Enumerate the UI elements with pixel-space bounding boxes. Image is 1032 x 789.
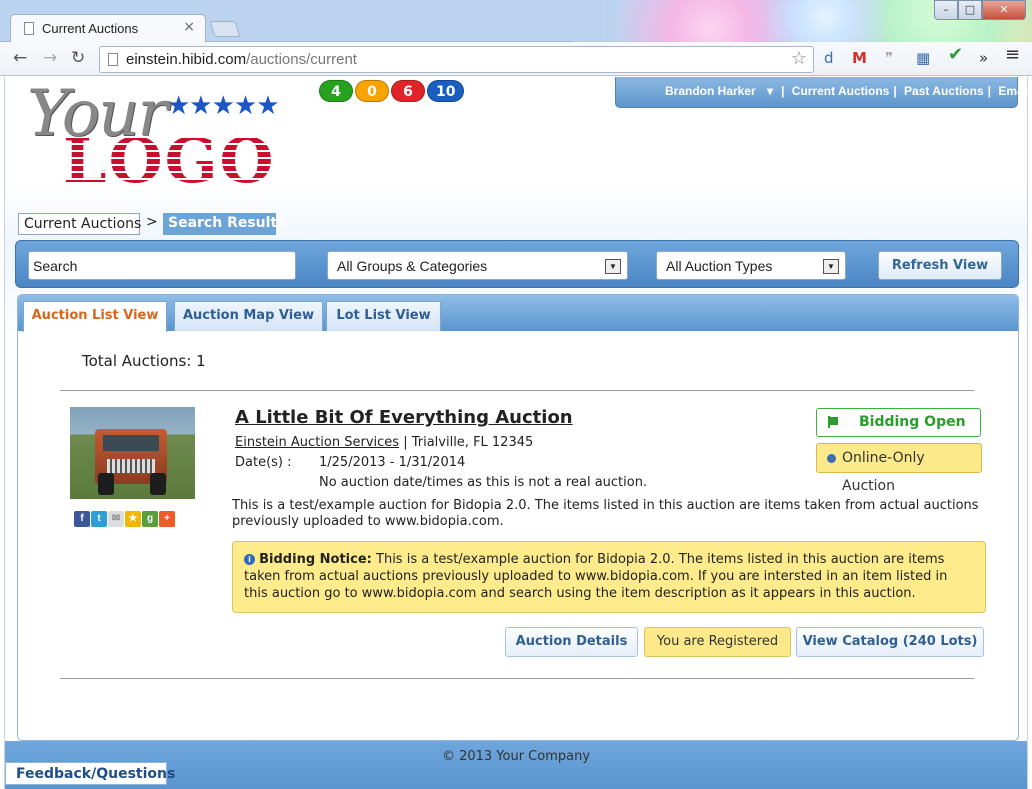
- chevron-down-icon[interactable]: ▼: [605, 259, 621, 274]
- auction-location: | Trialville, FL 12345: [399, 435, 534, 450]
- flag-icon-banner: [829, 417, 838, 425]
- auction-company: Einstein Auction Services | Trialville, …: [235, 435, 533, 450]
- site-logo-text: LOGO: [63, 124, 276, 197]
- url-text[interactable]: einstein.hibid.com/auctions/current: [126, 51, 357, 68]
- page-icon: [108, 53, 118, 66]
- auction-title-link[interactable]: A Little Bit Of Everything Auction: [235, 407, 573, 428]
- extensions-overflow-icon[interactable]: »: [979, 50, 988, 66]
- favorite-icon[interactable]: ★: [125, 511, 141, 527]
- extension-gmail-icon[interactable]: M: [852, 50, 867, 66]
- add-this-icon[interactable]: +: [159, 511, 175, 527]
- total-auctions-count: Total Auctions: 1: [82, 352, 206, 370]
- browser-tab[interactable]: Current Auctions ×: [10, 14, 206, 43]
- auction-details-button[interactable]: Auction Details: [505, 627, 638, 657]
- counter-red-badge[interactable]: 6: [391, 80, 425, 102]
- dates-label: Date(s) :: [235, 455, 292, 470]
- dates-note: No auction date/times as this is not a r…: [319, 475, 648, 490]
- truck-grill: [107, 459, 155, 473]
- tab-auction-map-view[interactable]: Auction Map View: [174, 301, 323, 331]
- extension-delicious-icon[interactable]: d: [824, 50, 834, 66]
- extension-calendar-icon[interactable]: ▦: [916, 50, 930, 66]
- browser-toolbar: ← → ↻ einstein.hibid.com/auctions/curren…: [0, 42, 1032, 76]
- counter-orange-badge[interactable]: 0: [355, 80, 389, 102]
- auction-panel: Auction List View Auction Map View Lot L…: [17, 294, 1019, 741]
- divider: [60, 678, 974, 679]
- status-counters: 4 0 6 10: [319, 80, 466, 102]
- forward-icon[interactable]: →: [43, 50, 57, 67]
- bookmark-star-icon[interactable]: ☆: [791, 48, 807, 69]
- counter-green-badge[interactable]: 4: [319, 80, 353, 102]
- link-current-auctions[interactable]: Current Auctions: [792, 84, 890, 98]
- link-email[interactable]: Email: [998, 84, 1030, 98]
- link-past-auctions[interactable]: Past Auctions: [904, 84, 984, 98]
- email-icon[interactable]: ✉: [108, 511, 124, 527]
- facebook-icon[interactable]: f: [74, 511, 90, 527]
- maximize-button[interactable]: □: [958, 0, 982, 20]
- dates-value: 1/25/2013 - 1/31/2014: [319, 455, 466, 470]
- online-only-status: Online-Only Auction: [816, 443, 982, 494]
- bidding-notice: i Bidding Notice: This is a test/example…: [232, 541, 986, 613]
- breadcrumb-current-auctions[interactable]: Current Auctions: [18, 213, 141, 235]
- counter-blue-badge[interactable]: 10: [427, 80, 465, 102]
- view-catalog-button[interactable]: View Catalog (240 Lots): [796, 627, 984, 657]
- auction-types-select[interactable]: All Auction Types ▼: [656, 251, 846, 280]
- twitter-icon[interactable]: t: [91, 511, 107, 527]
- search-input[interactable]: Search: [28, 251, 296, 280]
- tab-auction-list-view[interactable]: Auction List View: [23, 301, 167, 332]
- close-window-button[interactable]: ✕: [982, 0, 1026, 20]
- company-link[interactable]: Einstein Auction Services: [235, 435, 399, 450]
- groups-selected-value: All Groups & Categories: [337, 258, 488, 274]
- browser-titlebar: Current Auctions × – □ ✕: [0, 0, 1032, 43]
- page-icon: [24, 22, 34, 35]
- page-content: Your ★★★★★ LOGO 4 0 6 10 Brandon Harker ▾ | …: [4, 77, 1030, 789]
- chevron-down-icon[interactable]: ▼: [823, 259, 839, 274]
- filter-bar: Search All Groups & Categories ▼ All Auc…: [15, 240, 1019, 288]
- google-plus-icon[interactable]: g: [142, 511, 158, 527]
- bidding-open-label: Bidding Open: [859, 414, 966, 430]
- browser-menu-icon[interactable]: ≡: [1005, 46, 1020, 64]
- registered-status: You are Registered: [644, 627, 791, 657]
- breadcrumb-search-results: Search Results: [163, 213, 285, 235]
- tab-title: Current Auctions: [42, 21, 139, 36]
- groups-categories-select[interactable]: All Groups & Categories ▼: [327, 251, 628, 280]
- reload-icon[interactable]: ↻: [71, 50, 85, 67]
- truck-windshield: [103, 435, 159, 451]
- back-icon[interactable]: ←: [13, 50, 27, 67]
- extension-checkmark-icon[interactable]: ✔: [948, 46, 963, 64]
- address-bar[interactable]: einstein.hibid.com/auctions/current ☆: [99, 46, 814, 73]
- tab-close-icon[interactable]: ×: [183, 19, 195, 35]
- share-icons: f t ✉ ★ g +: [74, 510, 176, 527]
- clock-icon: [827, 454, 836, 463]
- minimize-button[interactable]: –: [934, 0, 958, 20]
- caret-down-icon: ▾: [767, 84, 774, 98]
- view-tabs: Auction List View Auction Map View Lot L…: [18, 295, 1018, 332]
- extension-chat-icon[interactable]: ❞: [885, 50, 893, 66]
- divider: [60, 390, 974, 391]
- tab-lot-list-view[interactable]: Lot List View: [326, 301, 441, 331]
- online-only-label: Online-Only Auction: [842, 450, 925, 494]
- new-tab-button[interactable]: [209, 21, 241, 37]
- user-menu-bar: Brandon Harker ▾ | Current Auctions | Past…: [615, 77, 1030, 108]
- refresh-view-button[interactable]: Refresh View: [878, 251, 1002, 280]
- truck-wheel: [98, 473, 114, 495]
- info-icon: i: [244, 554, 255, 565]
- user-dropdown[interactable]: Brandon Harker ▾: [661, 84, 777, 98]
- auction-description: This is a test/example auction for Bidop…: [232, 498, 979, 529]
- feedback-button[interactable]: Feedback/Questions: [5, 762, 175, 785]
- logo-stars-icon: ★★★★★: [167, 91, 280, 121]
- bidding-open-status: Bidding Open: [816, 408, 981, 437]
- truck-wheel: [150, 473, 166, 495]
- notice-title: Bidding Notice:: [259, 552, 372, 567]
- types-selected-value: All Auction Types: [666, 258, 773, 274]
- breadcrumb-separator: >: [146, 214, 158, 230]
- auction-thumbnail[interactable]: [70, 407, 195, 499]
